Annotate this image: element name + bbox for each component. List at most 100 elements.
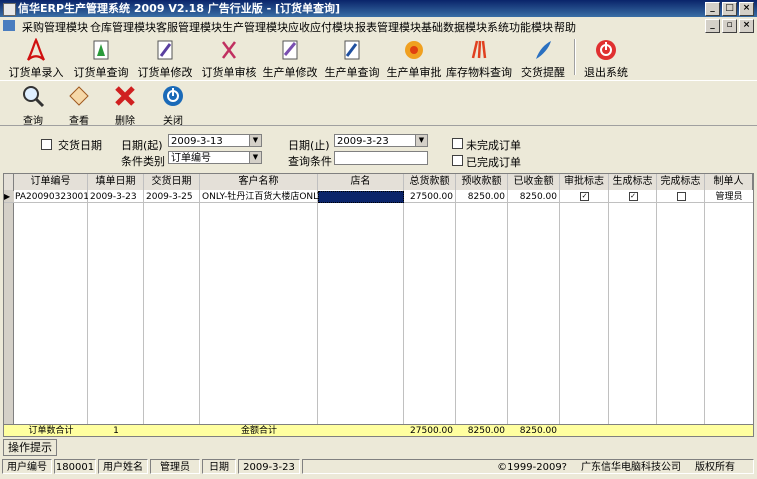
notepad-icon <box>69 86 89 106</box>
order-query-button[interactable]: 订货单查询 <box>70 35 132 79</box>
production-approve-button[interactable]: 生产单审批 <box>384 35 444 79</box>
cell-approved[interactable]: ✓ <box>560 191 609 203</box>
mdi-restore-button[interactable]: ▫ <box>722 19 737 33</box>
status-user-name: 管理员 <box>150 459 200 474</box>
date-end-picker[interactable]: 2009-3-23 ▼ <box>334 134 428 147</box>
red-x-icon <box>115 86 135 106</box>
status-bar: 用户编号 180001 用户姓名 管理员 日期 2009-3-23 ©1999-… <box>0 458 757 476</box>
magnifier-icon <box>23 86 45 108</box>
generated-checkbox[interactable]: ✓ <box>628 192 638 201</box>
status-date: 2009-3-23 <box>238 459 300 474</box>
pdf-icon <box>27 38 45 61</box>
cell-received[interactable]: 8250.00 <box>508 191 560 203</box>
menu-receivable-payable[interactable]: 应收应付模块 <box>288 19 354 35</box>
close-form-button[interactable]: 关闭 <box>156 83 190 127</box>
cell-customer[interactable]: ONLY-牡丹江百货大楼店ONLY <box>200 191 318 203</box>
finished-orders-checkbox[interactable] <box>452 155 463 166</box>
orders-grid: 订单编号 填单日期 交货日期 客户名称 店名 总货款额 预收款额 已收金额 审批… <box>3 173 754 437</box>
mdi-minimize-button[interactable]: _ <box>705 19 720 33</box>
bottom-tab-bar: 操作提示 <box>0 439 757 456</box>
cell-order-no[interactable]: PA20090323001 <box>14 191 88 203</box>
production-query-icon <box>344 40 360 60</box>
status-company: 广东信华电脑科技公司 <box>581 462 681 473</box>
menu-customer-service[interactable]: 客服管理模块 <box>156 19 222 35</box>
cell-prepaid[interactable]: 8250.00 <box>456 191 508 203</box>
filter-panel: 交货日期 日期(起) 2009-3-13 ▼ 日期(止) 2009-3-23 ▼… <box>0 128 757 173</box>
cell-delivery-date[interactable]: 2009-3-25 <box>144 191 200 203</box>
menu-system[interactable]: 系统功能模块 <box>487 19 553 35</box>
delete-button[interactable]: 删除 <box>108 83 142 127</box>
feather-icon <box>536 41 551 59</box>
cell-fill-date[interactable]: 2009-3-23 <box>88 191 144 203</box>
cell-completed[interactable] <box>657 191 705 203</box>
cell-total[interactable]: 27500.00 <box>404 191 456 203</box>
status-user-name-label: 用户姓名 <box>98 459 148 474</box>
status-copyright: ©1999-2009? <box>497 462 567 473</box>
delivery-date-checkbox[interactable] <box>41 139 52 150</box>
sum-total: 27500.00 <box>410 426 453 436</box>
app-icon <box>3 3 16 16</box>
mdi-child-icon <box>3 20 15 31</box>
status-user-id: 180001 <box>54 459 96 474</box>
status-date-label: 日期 <box>202 459 236 474</box>
minimize-button[interactable]: _ <box>705 2 720 16</box>
document-leaf-icon <box>93 40 109 60</box>
query-condition-input[interactable] <box>334 151 428 165</box>
chevron-down-icon[interactable]: ▼ <box>249 135 261 146</box>
chevron-down-icon[interactable]: ▼ <box>249 152 261 163</box>
menu-purchase[interactable]: 采购管理模块 <box>22 19 88 35</box>
cell-generated[interactable]: ✓ <box>609 191 657 203</box>
power-off-icon <box>163 86 183 106</box>
window-title: 信华ERP生产管理系统 2009 V2.18 广告行业版 - [订货单查询] <box>18 2 341 15</box>
chevron-down-icon[interactable]: ▼ <box>415 135 427 146</box>
menu-warehouse[interactable]: 仓库管理模块 <box>90 19 156 35</box>
menu-base-data[interactable]: 基础数据模块 <box>421 19 487 35</box>
completed-checkbox[interactable] <box>676 192 686 201</box>
order-review-button[interactable]: 订货单审核 <box>198 35 260 79</box>
delivery-date-label: 交货日期 <box>58 139 102 152</box>
col-creator[interactable]: 制单人 <box>705 174 753 190</box>
menu-help[interactable]: 帮助 <box>554 19 576 35</box>
production-query-button[interactable]: 生产单查询 <box>322 35 382 79</box>
exit-system-button[interactable]: 退出系统 <box>578 35 634 79</box>
pencils-icon <box>471 40 487 59</box>
inventory-query-button[interactable]: 库存物料查询 <box>446 35 512 79</box>
action-toolbar: 查询 查看 删除 关闭 <box>0 81 757 127</box>
cell-shop-selected[interactable] <box>318 191 404 203</box>
cell-creator[interactable]: 管理员 <box>705 191 753 203</box>
menu-production[interactable]: 生产管理模块 <box>222 19 288 35</box>
title-bar: 信华ERP生产管理系统 2009 V2.18 广告行业版 - [订货单查询] _… <box>0 0 757 17</box>
power-icon <box>596 40 616 60</box>
order-count-label: 订单数合计 <box>28 426 74 436</box>
order-count-value: 1 <box>113 426 119 436</box>
condition-type-label: 条件类别 <box>121 155 165 168</box>
sum-prepaid: 8250.00 <box>467 426 505 436</box>
date-start-picker[interactable]: 2009-3-13 ▼ <box>168 134 262 147</box>
production-edit-button[interactable]: 生产单修改 <box>260 35 320 79</box>
date-start-label: 日期(起) <box>121 139 163 152</box>
approved-checkbox[interactable]: ✓ <box>580 192 589 201</box>
menu-reports[interactable]: 报表管理模块 <box>355 19 421 35</box>
view-button[interactable]: 查看 <box>62 83 96 127</box>
condition-type-select[interactable]: 订单编号 ▼ <box>168 151 262 164</box>
delivery-reminder-button[interactable]: 交货提醒 <box>514 35 572 79</box>
finished-orders-label: 已完成订单 <box>466 156 521 169</box>
query-button[interactable]: 查询 <box>16 83 50 127</box>
document-pen-icon <box>157 40 173 60</box>
status-user-id-label: 用户编号 <box>2 459 52 474</box>
document-check-icon <box>222 41 236 59</box>
order-edit-button[interactable]: 订货单修改 <box>134 35 196 79</box>
amount-total-label: 金额合计 <box>240 426 277 436</box>
tab-operation-tips[interactable]: 操作提示 <box>3 439 57 456</box>
mdi-close-button[interactable]: × <box>739 19 754 33</box>
order-entry-button[interactable]: 订货单录入 <box>4 35 68 79</box>
unfinished-orders-checkbox[interactable] <box>452 138 463 149</box>
maximize-button[interactable]: □ <box>722 2 737 16</box>
flower-icon <box>405 41 423 59</box>
unfinished-orders-label: 未完成订单 <box>466 139 521 152</box>
production-edit-icon <box>282 40 298 60</box>
sum-received: 8250.00 <box>519 426 557 436</box>
status-rights: 版权所有 <box>695 462 735 473</box>
main-toolbar: 订货单录入 订货单查询 订货单修改 订货单审核 生产单修改 生产单查询 生产单审… <box>0 35 757 81</box>
close-button[interactable]: × <box>739 2 754 16</box>
